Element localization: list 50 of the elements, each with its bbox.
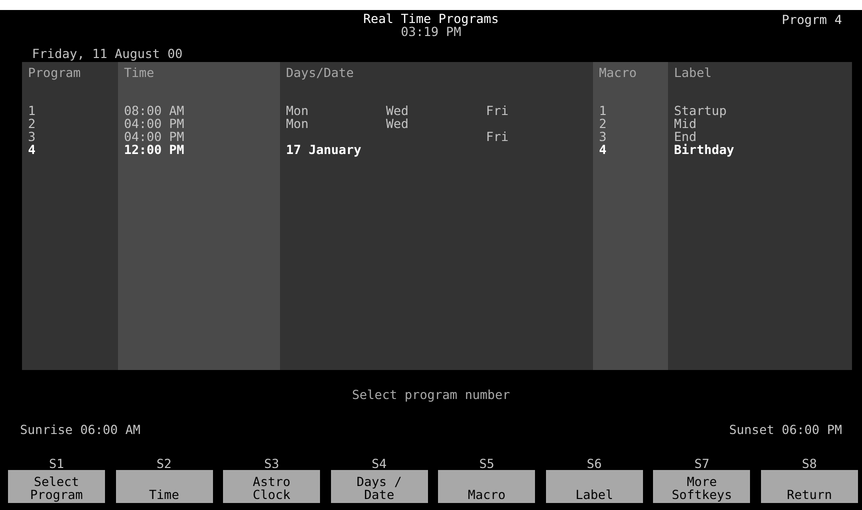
softkey-number: S7 xyxy=(694,457,710,470)
table-cell-text: 1 xyxy=(28,104,37,117)
table-cell-text: 2 xyxy=(28,117,37,130)
softkey-number: S8 xyxy=(802,457,817,470)
table-cell-text: 2 xyxy=(599,117,608,130)
softkey-button[interactable]: Return xyxy=(760,470,858,503)
clock-time: 03:19 PM xyxy=(400,25,462,38)
softkey-button[interactable]: Astro Clock xyxy=(223,470,320,503)
softkey-button[interactable]: Label xyxy=(546,470,643,503)
current-date: Friday, 11 August 00 xyxy=(31,46,184,62)
column-header: Label xyxy=(674,66,713,82)
table-cell-text: Fri xyxy=(486,130,510,143)
table-cell-text: 08:00 AM xyxy=(124,104,186,117)
table-cell-text: Startup xyxy=(674,104,728,117)
table-cell-text: 3 xyxy=(28,130,37,143)
softkey-number: S6 xyxy=(586,457,602,470)
column-header: Program xyxy=(28,66,82,82)
table-cell-text: Mon xyxy=(286,104,310,117)
table-cell-text: 12:00 PM xyxy=(124,143,186,156)
table-cell-text: 4 xyxy=(599,143,608,156)
softkey-number: S2 xyxy=(156,457,172,470)
softkey-number: S4 xyxy=(372,457,387,470)
table-cell-text: Wed xyxy=(386,104,410,117)
sunset-time: Sunset 06:00 PM xyxy=(729,423,842,436)
softkey-button[interactable]: Select Program xyxy=(8,470,105,503)
screen-title: Real Time Programs xyxy=(363,12,499,25)
column-header: Time xyxy=(124,66,156,82)
softkey-number: S5 xyxy=(479,457,494,470)
table-cell-text: End xyxy=(674,130,697,143)
softkey-button[interactable]: Time xyxy=(116,470,213,503)
column-header: Macro xyxy=(599,66,638,82)
softkey-number: S3 xyxy=(264,457,280,470)
table-cell-text: 1 xyxy=(599,104,608,117)
softkey-button[interactable]: Days / Date xyxy=(330,470,428,503)
table-cell-text: Mid xyxy=(674,117,697,130)
table-cell-text: Fri xyxy=(486,104,510,117)
table-cell: 17 January xyxy=(286,143,362,156)
sunrise-time: Sunrise 06:00 AM xyxy=(20,423,140,436)
table-cell-text: 04:00 PM xyxy=(124,130,186,143)
softkey-button[interactable]: More Softkeys xyxy=(653,470,750,503)
table-cell-text: Wed xyxy=(386,117,410,130)
prompt-text: Select program number xyxy=(350,388,512,401)
table-cell-text: 4 xyxy=(28,143,37,156)
column-header: Days/Date xyxy=(286,66,355,82)
softkey-button[interactable]: Macro xyxy=(438,470,536,503)
table-cell-text: 04:00 PM xyxy=(124,117,186,130)
table-cell-text: 3 xyxy=(599,130,608,143)
table-cell-text: Birthday xyxy=(674,143,736,156)
softkey-number: S1 xyxy=(48,457,64,470)
table-cell-text: Mon xyxy=(286,117,310,130)
